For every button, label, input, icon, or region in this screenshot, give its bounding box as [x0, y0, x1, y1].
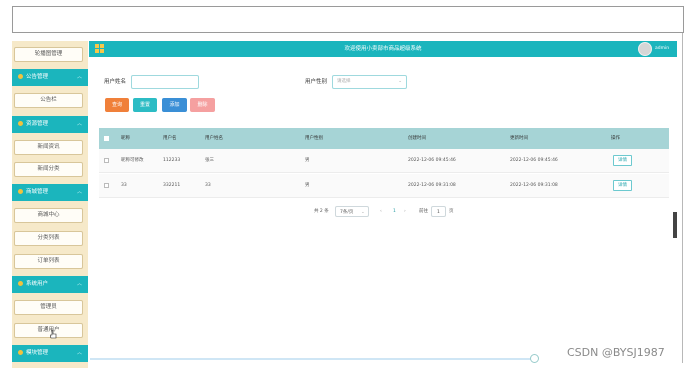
sidebar-item-news-category[interactable]: 新闻分类: [14, 162, 83, 177]
header-title: 欢迎使用小卖部市商品超级系统: [344, 46, 422, 52]
right-edge-marker: [673, 212, 677, 238]
page-size-label: 7条/页: [340, 210, 354, 215]
watermark: CSDN @BYSJ1987: [567, 346, 665, 359]
right-border-line: [682, 33, 683, 363]
select-all-checkbox[interactable]: [104, 136, 109, 141]
cell-updated: 2022-12-06 09:31:08: [510, 183, 558, 188]
detail-button[interactable]: 详情: [613, 180, 632, 191]
cell-username: 112233: [163, 158, 181, 163]
sidebar-item-news[interactable]: 新闻资讯: [14, 140, 83, 155]
dot-icon: [18, 121, 23, 126]
prev-page-icon[interactable]: ‹: [380, 206, 382, 218]
row-checkbox[interactable]: [104, 183, 109, 188]
column-header: 用户姓名: [205, 136, 223, 141]
gender-filter-select[interactable]: 请选择 ⌄: [332, 75, 407, 89]
cell-nickname: 33: [121, 183, 127, 188]
detail-button[interactable]: 详情: [613, 155, 632, 166]
sidebar-group-label: 模块管理: [26, 350, 49, 356]
sidebar-group-label: 公告管理: [26, 74, 49, 80]
column-header: 操作: [611, 136, 620, 141]
cell-username: 332211: [163, 183, 181, 188]
next-page-icon[interactable]: ›: [404, 206, 406, 218]
chevron-down-icon: ⌄: [361, 210, 365, 215]
sidebar-group-system-users[interactable]: 系统用户 ︿: [12, 276, 88, 293]
page-size-select[interactable]: 7条/页 ⌄: [335, 206, 369, 217]
sidebar-item-normal-user[interactable]: 普通用户: [14, 323, 83, 338]
sidebar-group-module[interactable]: 模块管理 ︿: [12, 345, 88, 362]
chevron-down-icon: ⌄: [398, 79, 402, 84]
sidebar-item-carousel[interactable]: 轮播图管理: [14, 47, 83, 62]
chevron-up-icon: ︿: [76, 281, 82, 287]
cell-nickname: 昵称可修改: [121, 158, 144, 163]
horizontal-scrollbar[interactable]: [90, 358, 535, 360]
sidebar-group-notice[interactable]: 公告管理 ︿: [12, 69, 88, 86]
sidebar-item-admin[interactable]: 管理员: [14, 300, 83, 315]
hand-cursor-icon: [50, 330, 57, 339]
column-header: 更新时间: [510, 136, 528, 141]
add-button[interactable]: 添加: [162, 98, 187, 112]
sidebar-item-notice-board[interactable]: 公告栏: [14, 93, 83, 108]
name-filter-label: 用户姓名: [104, 79, 127, 85]
chevron-up-icon: ︿: [76, 121, 82, 127]
sidebar-group-label: 商城管理: [26, 189, 49, 195]
chevron-up-icon: ︿: [76, 189, 82, 195]
goto-page-input[interactable]: 1: [431, 206, 446, 217]
table-row: 昵称可修改 112233 张三 男 2022-12-06 09:45:46 20…: [99, 149, 669, 173]
column-header: 用户名: [163, 136, 177, 141]
cell-gender: 男: [305, 183, 310, 188]
dot-icon: [18, 74, 23, 79]
chevron-up-icon: ︿: [76, 74, 82, 80]
pager-total: 共 2 条: [314, 209, 329, 214]
header-bar: 欢迎使用小卖部市商品超级系统 admin: [89, 41, 677, 57]
sidebar-group-label: 资源管理: [26, 121, 49, 127]
column-header: 昵称: [121, 136, 130, 141]
cell-gender: 男: [305, 158, 310, 163]
goto-label: 前往: [419, 209, 428, 214]
page-unit-label: 页: [449, 209, 454, 214]
dot-icon: [18, 350, 23, 355]
sidebar-group-shop[interactable]: 商城管理 ︿: [12, 184, 88, 201]
column-header: 用户性别: [305, 136, 323, 141]
delete-button[interactable]: 删除: [190, 98, 215, 112]
cell-realname: 33: [205, 183, 211, 188]
header-username[interactable]: admin: [655, 41, 669, 57]
cell-updated: 2022-12-06 09:45:46: [510, 158, 558, 163]
sidebar-item-shop-center[interactable]: 商城中心: [14, 208, 83, 223]
screenshot-root: 轮播图管理 公告管理 ︿ 公告栏 资源管理 ︿ 新闻资讯 新闻分类 商城管理 ︿ 商城…: [0, 0, 698, 371]
cell-created: 2022-12-06 09:45:46: [408, 158, 456, 163]
sidebar: 轮播图管理 公告管理 ︿ 公告栏 资源管理 ︿ 新闻资讯 新闻分类 商城管理 ︿ 商城…: [12, 41, 88, 368]
cell-realname: 张三: [205, 158, 214, 163]
gender-select-placeholder: 请选择: [337, 79, 351, 84]
column-header: 创建时间: [408, 136, 426, 141]
sidebar-item-order-list[interactable]: 订单列表: [14, 254, 83, 269]
top-blank-frame: [12, 6, 684, 33]
sidebar-group-label: 系统用户: [26, 281, 49, 287]
scroll-knob[interactable]: [530, 354, 539, 363]
name-filter-input[interactable]: [131, 75, 199, 89]
reset-button[interactable]: 重置: [133, 98, 157, 112]
dot-icon: [18, 189, 23, 194]
table-header: 昵称 用户名 用户姓名 用户性别 创建时间 更新时间 操作: [99, 128, 669, 149]
gender-filter-label: 用户性别: [305, 79, 328, 85]
current-page[interactable]: 1: [393, 206, 396, 218]
avatar[interactable]: [638, 42, 652, 56]
table-row: 33 332211 33 男 2022-12-06 09:31:08 2022-…: [99, 174, 669, 198]
sidebar-item-category-list[interactable]: 分类列表: [14, 231, 83, 246]
chevron-up-icon: ︿: [76, 350, 82, 356]
dot-icon: [18, 281, 23, 286]
cell-created: 2022-12-06 09:31:08: [408, 183, 456, 188]
search-button[interactable]: 查询: [105, 98, 129, 112]
goto-page-value: 1: [437, 210, 440, 215]
row-checkbox[interactable]: [104, 158, 109, 163]
main-content: 用户姓名 用户性别 请选择 ⌄ 查询 重置 添加 删除 昵称 用户名 用户姓名 用…: [89, 57, 677, 357]
sidebar-group-resource[interactable]: 资源管理 ︿: [12, 116, 88, 133]
